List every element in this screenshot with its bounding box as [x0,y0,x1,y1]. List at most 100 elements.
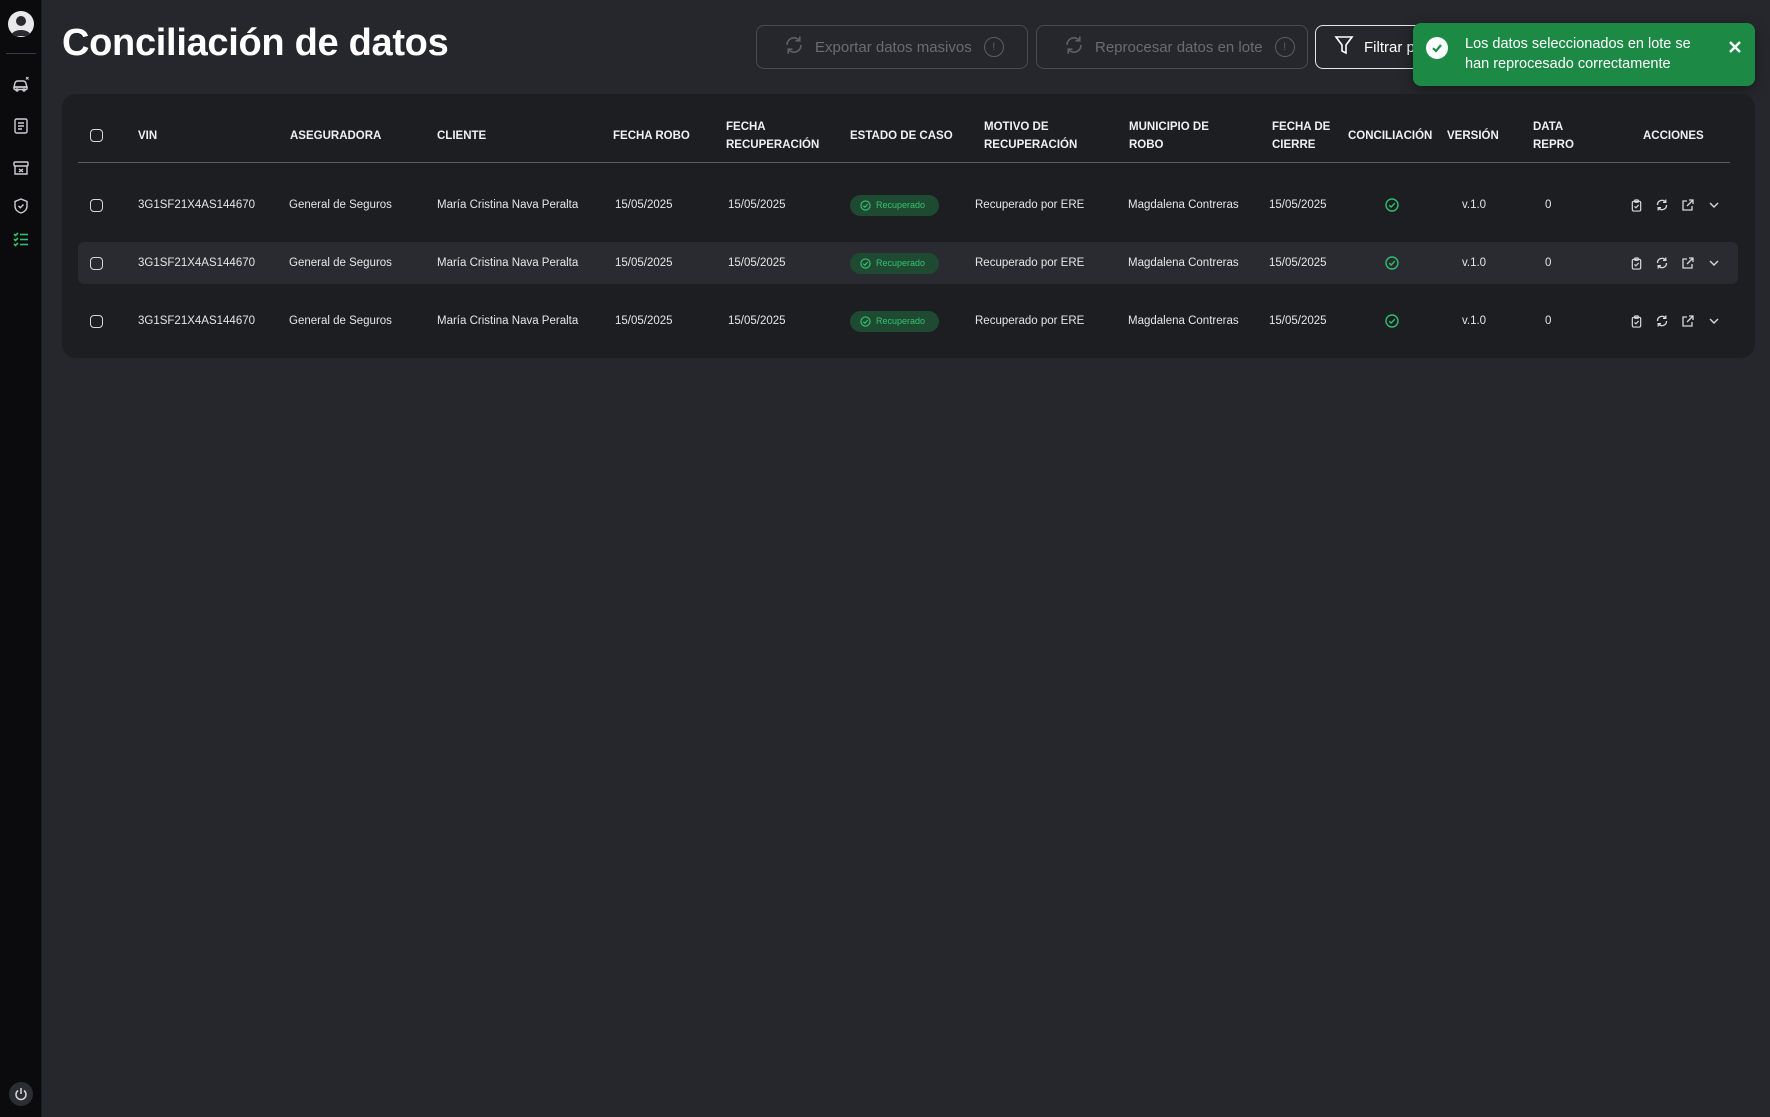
status-badge-label: Recuperado [876,316,926,326]
chevron-down-icon[interactable] [1701,308,1727,334]
column-header-data-repro[interactable]: DATA REPRO [1533,108,1574,163]
clipboard-check-icon[interactable] [1623,308,1649,334]
column-header-fecha-recuperacion[interactable]: FECHA RECUPERACIÓN [726,108,819,163]
cell-vin: 3G1SF21X4AS144670 [138,315,256,327]
info-icon[interactable]: ! [983,37,1004,57]
refresh-icon[interactable] [1649,308,1675,334]
status-badge: Recuperado [850,184,940,226]
cell-fecha-recuperacion: 15/05/2025 [728,199,786,211]
cell-municipio: Magdalena Contreras [1128,199,1239,211]
export-bulk-button[interactable]: Exportar datos masivos ! [756,25,1028,69]
reprocess-batch-label: Reprocesar datos en lote [1095,38,1263,56]
page-title: Conciliación de datos [62,22,449,64]
row-checkbox[interactable] [90,300,103,342]
archive-box-icon[interactable] [11,158,31,178]
status-badge-label: Recuperado [876,200,926,210]
cell-vin: 3G1SF21X4AS144670 [138,257,256,269]
cell-data-repro: 0 [1545,257,1552,269]
column-header-line: RECUPERACIÓN [726,138,820,151]
cell-data-repro: 0 [1545,315,1552,327]
reconciled-check-icon [1385,300,1399,342]
row-actions [1623,184,1727,226]
external-link-icon[interactable] [1675,308,1701,334]
cell-municipio: Magdalena Contreras [1128,257,1239,269]
cell-motivo: Recuperado por ERE [975,199,1085,211]
cell-version: v.1.0 [1462,315,1487,327]
column-header-line: MUNICIPIO DE [1129,120,1209,133]
clipboard-check-icon[interactable] [1623,250,1649,276]
cell-cliente: María Cristina Nava Peralta [437,315,579,327]
sidebar [0,0,42,1117]
table-row[interactable]: 3G1SF21X4AS144670 General de Seguros Mar… [78,242,1738,284]
cell-vin: 3G1SF21X4AS144670 [138,199,256,211]
cell-fecha-recuperacion: 15/05/2025 [728,257,786,269]
table-row[interactable]: 3G1SF21X4AS144670 General de Seguros Mar… [78,184,1738,226]
cell-fecha-robo: 15/05/2025 [615,199,673,211]
document-list-icon[interactable] [11,116,31,136]
cell-fecha-cierre: 15/05/2025 [1269,315,1327,327]
column-header-line: FECHA DE [1272,120,1331,133]
status-badge: Recuperado [850,242,940,284]
column-header-municipio[interactable]: MUNICIPIO DE ROBO [1129,108,1209,163]
row-checkbox[interactable] [90,242,103,284]
cell-aseguradora: General de Seguros [289,315,392,327]
check-circle-icon [1426,37,1448,59]
select-all-checkbox[interactable] [90,108,103,163]
column-header-conciliacion[interactable]: CONCILIACIÓN [1348,108,1432,163]
column-header-fecha-robo[interactable]: FECHA ROBO [613,108,690,163]
checklist-icon[interactable] [11,229,31,249]
cell-fecha-recuperacion: 15/05/2025 [728,315,786,327]
refresh-icon [1063,34,1085,60]
refresh-icon [783,34,805,60]
user-avatar-icon[interactable] [8,11,34,37]
column-header-vin[interactable]: VIN [138,108,157,163]
chevron-down-icon[interactable] [1701,250,1727,276]
external-link-icon[interactable] [1675,192,1701,218]
refresh-icon[interactable] [1649,250,1675,276]
cell-fecha-robo: 15/05/2025 [615,257,673,269]
cell-motivo: Recuperado por ERE [975,257,1085,269]
reconciled-check-icon [1385,184,1399,226]
external-link-icon[interactable] [1675,250,1701,276]
row-checkbox[interactable] [90,184,103,226]
cell-motivo: Recuperado por ERE [975,315,1085,327]
column-header-acciones: ACCIONES [1643,129,1704,142]
column-header-line: RECUPERACIÓN [984,138,1078,151]
cell-data-repro: 0 [1545,199,1552,211]
column-header-cliente[interactable]: CLIENTE [437,108,486,163]
column-header-fecha-cierre[interactable]: FECHA DE CIERRE [1272,108,1330,163]
clipboard-check-icon[interactable] [1623,192,1649,218]
column-header-estado[interactable]: ESTADO DE CASO [850,108,953,163]
car-icon[interactable] [11,74,31,94]
cell-version: v.1.0 [1462,199,1487,211]
filter-label: Filtrar p [1364,38,1415,56]
toast-message: Los datos seleccionados en lote se han r… [1465,36,1691,72]
check-circle-icon [860,199,871,211]
cell-aseguradora: General de Seguros [289,199,392,211]
cell-cliente: María Cristina Nava Peralta [437,257,579,269]
table-row[interactable]: 3G1SF21X4AS144670 General de Seguros Mar… [78,300,1738,342]
reprocess-batch-button[interactable]: Reprocesar datos en lote ! [1036,25,1308,69]
column-header-motivo[interactable]: MOTIVO DE RECUPERACIÓN [984,108,1077,163]
success-toast: Los datos seleccionados en lote se han r… [1413,23,1755,86]
status-badge: Recuperado [850,300,940,342]
shield-icon[interactable] [11,196,31,216]
row-actions [1623,300,1727,342]
chevron-down-icon[interactable] [1701,192,1727,218]
export-bulk-label: Exportar datos masivos [815,38,972,56]
column-header-line: MOTIVO DE [984,120,1049,133]
close-icon[interactable] [1723,35,1747,59]
check-circle-icon [860,315,871,327]
column-header-line: DATA [1533,120,1564,133]
check-circle-icon [860,257,871,269]
column-header-aseguradora[interactable]: ASEGURADORA [290,108,381,163]
column-header-version[interactable]: VERSIÓN [1447,108,1499,163]
info-icon[interactable]: ! [1274,37,1295,57]
power-icon[interactable] [9,1082,33,1106]
table-header: VIN ASEGURADORA CLIENTE FECHA ROBO FECHA… [78,108,1730,163]
refresh-icon[interactable] [1649,192,1675,218]
column-header-line: REPRO [1533,138,1574,151]
cell-fecha-robo: 15/05/2025 [615,315,673,327]
filter-icon [1334,34,1354,60]
sidebar-divider [6,53,36,54]
